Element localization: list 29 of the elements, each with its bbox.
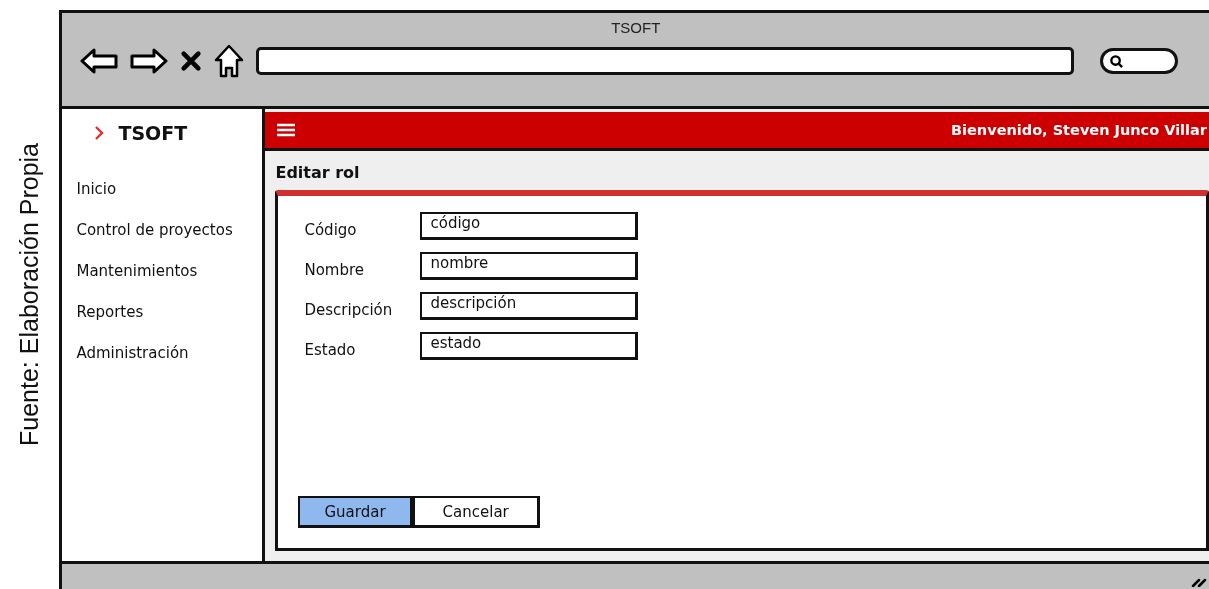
forward-icon[interactable] (128, 46, 169, 76)
welcome-text: Bienvenido, Steven Junco Villar (951, 122, 1208, 138)
sidebar-item[interactable]: Administración (76, 344, 189, 363)
search-field[interactable] (1100, 48, 1179, 74)
close-icon[interactable] (180, 50, 203, 72)
field-label: Nombre (304, 260, 366, 279)
source-caption: Fuente: Elaboración Propia (15, 143, 45, 446)
sidebar-item[interactable]: Inicio (76, 180, 117, 199)
input-field[interactable]: descripción (420, 292, 639, 320)
sidebar-item[interactable]: Mantenimientos (76, 262, 198, 281)
brand-name: TSOFT (118, 122, 188, 144)
address-field[interactable] (256, 47, 1075, 75)
page-title: Editar rol (275, 163, 361, 182)
menu-icon[interactable] (277, 123, 296, 137)
field-label: Código (304, 220, 358, 239)
input-field[interactable]: nombre (420, 252, 639, 280)
input-field[interactable]: estado (420, 332, 639, 360)
form-button[interactable]: Cancelar (412, 496, 540, 528)
field-label: Estado (304, 340, 357, 359)
home-icon[interactable] (214, 44, 245, 78)
input-field[interactable]: código (420, 212, 639, 240)
search-icon (1109, 53, 1125, 69)
chevron-icon (94, 125, 105, 141)
window-title: TSOFT (611, 19, 661, 36)
sidebar-item[interactable]: Control de proyectos (76, 221, 233, 240)
sidebar-item[interactable]: Reportes (76, 303, 144, 322)
field-label: Descripción (304, 300, 394, 319)
back-icon[interactable] (80, 46, 121, 76)
form-button[interactable]: Guardar (298, 496, 413, 528)
